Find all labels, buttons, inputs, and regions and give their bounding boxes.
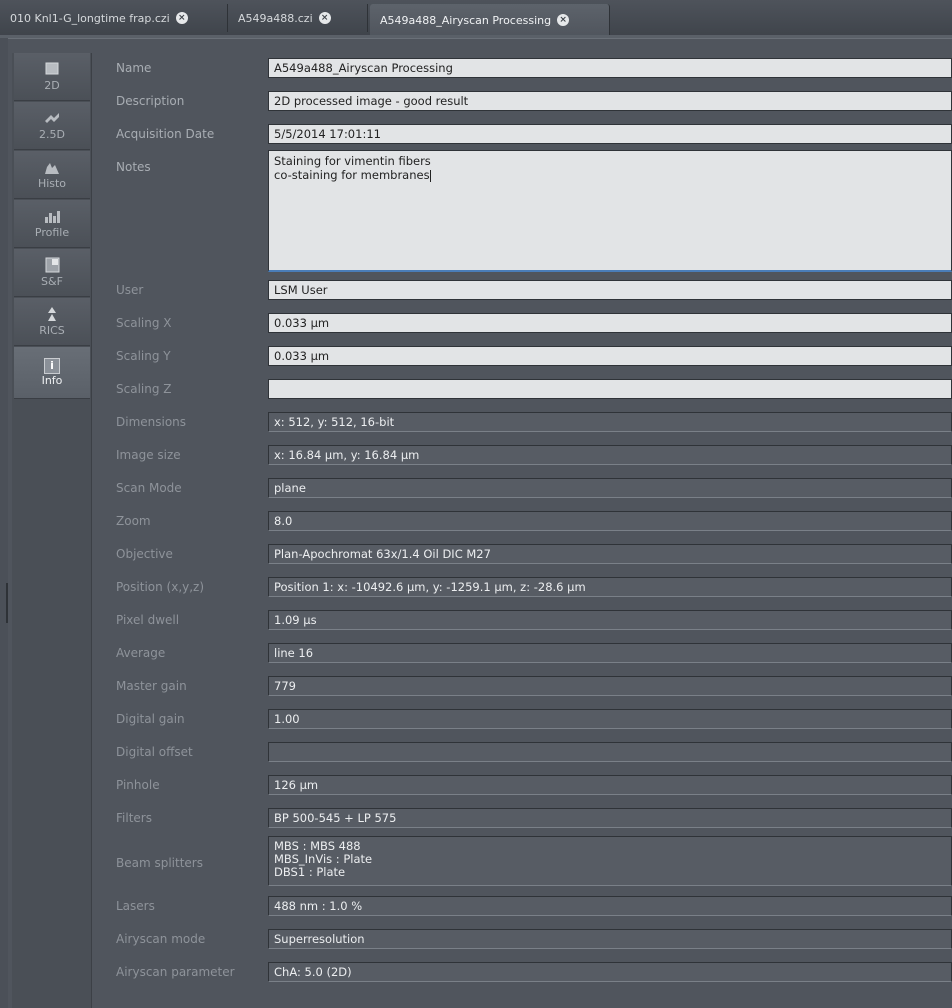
rics-icon <box>42 306 62 322</box>
pinhole-value: 126 µm <box>268 775 952 795</box>
airyscan-parameter-value: ChA: 5.0 (2D) <box>268 962 952 982</box>
scaling-x-label: Scaling X <box>116 316 172 330</box>
filters-label: Filters <box>116 811 152 825</box>
digital-gain-label: Digital gain <box>116 712 185 726</box>
scan-mode-label: Scan Mode <box>116 481 182 495</box>
sidebar-item-label: RICS <box>39 324 65 337</box>
beam-splitters-label: Beam splitters <box>116 856 203 870</box>
pinhole-label: Pinhole <box>116 778 160 792</box>
image-size-value: x: 16.84 µm, y: 16.84 µm <box>268 445 952 465</box>
dimensions-label: Dimensions <box>116 415 187 429</box>
scaling-y-field[interactable]: 0.033 µm <box>268 346 952 366</box>
sidebar-item-label: 2.5D <box>39 128 65 141</box>
tab-knl1-longtime-frap[interactable]: 010 Knl1-G_longtime frap.czi × <box>0 4 228 32</box>
filters-value: BP 500-545 + LP 575 <box>268 808 952 828</box>
master-gain-label: Master gain <box>116 679 187 693</box>
close-tab-icon[interactable]: × <box>175 12 188 24</box>
sidebar-item-info[interactable]: i Info <box>14 347 90 399</box>
notes-textarea[interactable]: Staining for vimentin fibers co-staining… <box>268 150 952 272</box>
acquisition-date-field[interactable]: 5/5/2014 17:01:11 <box>268 124 952 144</box>
dimensions-value: x: 512, y: 512, 16-bit <box>268 412 952 432</box>
sidebar-item-label: Info <box>41 374 63 387</box>
digital-offset-label: Digital offset <box>116 745 193 759</box>
document-tab-bar: 010 Knl1-G_longtime frap.czi × A549a488.… <box>0 0 952 36</box>
text-caret <box>429 169 431 182</box>
sidebar-item-2-5d[interactable]: 2.5D <box>14 102 90 150</box>
tab-label: A549a488.czi <box>238 11 313 25</box>
zoom-label: Zoom <box>116 514 151 528</box>
panel-splitter-handle[interactable] <box>6 583 8 623</box>
average-label: Average <box>116 646 166 660</box>
tab-a549a488[interactable]: A549a488.czi × <box>228 4 368 32</box>
histogram-icon <box>42 159 62 175</box>
name-label: Name <box>116 61 152 75</box>
sidebar-item-label: S&F <box>41 275 63 288</box>
objective-value: Plan-Apochromat 63x/1.4 Oil DIC M27 <box>268 544 952 564</box>
close-tab-icon[interactable]: × <box>318 12 331 24</box>
description-label: Description <box>116 94 185 108</box>
tab-a549a488-airyscan-processing[interactable]: A549a488_Airyscan Processing × <box>370 4 610 36</box>
objective-label: Objective <box>116 547 173 561</box>
sidebar-item-profile[interactable]: Profile <box>14 200 90 248</box>
surface-2-5d-icon <box>42 110 62 126</box>
info-icon: i <box>44 358 60 374</box>
notes-text: Staining for vimentin fibers co-staining… <box>274 154 431 182</box>
user-field[interactable]: LSM User <box>268 280 952 300</box>
scaling-z-field[interactable] <box>268 379 952 399</box>
image-2d-icon <box>42 61 62 77</box>
lasers-value: 488 nm : 1.0 % <box>268 896 952 916</box>
position-label: Position (x,y,z) <box>116 580 205 594</box>
view-sidebar: 2D 2.5D Histo Profile S&F RICS i Info <box>12 53 92 1008</box>
beam-splitters-value: MBS : MBS 488 MBS_InVis : Plate DBS1 : P… <box>268 836 952 886</box>
name-field[interactable]: A549a488_Airyscan Processing <box>268 58 952 78</box>
scaling-z-label: Scaling Z <box>116 382 172 396</box>
zoom-value: 8.0 <box>268 511 952 531</box>
lut-sf-icon <box>42 257 62 273</box>
sidebar-item-histo[interactable]: Histo <box>14 151 90 199</box>
digital-gain-value: 1.00 <box>268 709 952 729</box>
scaling-y-label: Scaling Y <box>116 349 171 363</box>
pixel-dwell-value: 1.09 µs <box>268 610 952 630</box>
sidebar-item-label: Histo <box>37 177 67 190</box>
description-field[interactable]: 2D processed image - good result <box>268 91 952 111</box>
notes-label: Notes <box>116 160 151 174</box>
user-label: User <box>116 283 144 297</box>
sidebar-item-rics[interactable]: RICS <box>14 298 90 346</box>
position-value: Position 1: x: -10492.6 µm, y: -1259.1 µ… <box>268 577 952 597</box>
sidebar-item-label: Profile <box>34 226 70 239</box>
lasers-label: Lasers <box>116 899 155 913</box>
airyscan-mode-value: Superresolution <box>268 929 952 949</box>
master-gain-value: 779 <box>268 676 952 696</box>
average-value: line 16 <box>268 643 952 663</box>
image-size-label: Image size <box>116 448 181 462</box>
pixel-dwell-label: Pixel dwell <box>116 613 180 627</box>
airyscan-mode-label: Airyscan mode <box>116 932 206 946</box>
sidebar-item-2d[interactable]: 2D <box>14 53 90 101</box>
sidebar-item-label: 2D <box>44 79 60 92</box>
sidebar-item-sf[interactable]: S&F <box>14 249 90 297</box>
scan-mode-value: plane <box>268 478 952 498</box>
tab-label: 010 Knl1-G_longtime frap.czi <box>10 11 170 25</box>
acquisition-date-label: Acquisition Date <box>116 127 215 141</box>
digital-offset-value <box>268 742 952 762</box>
scaling-x-field[interactable]: 0.033 µm <box>268 313 952 333</box>
airyscan-parameter-label: Airyscan parameter <box>116 965 235 979</box>
profile-icon <box>42 208 62 224</box>
close-tab-icon[interactable]: × <box>557 14 570 26</box>
tab-label: A549a488_Airyscan Processing <box>380 13 552 27</box>
